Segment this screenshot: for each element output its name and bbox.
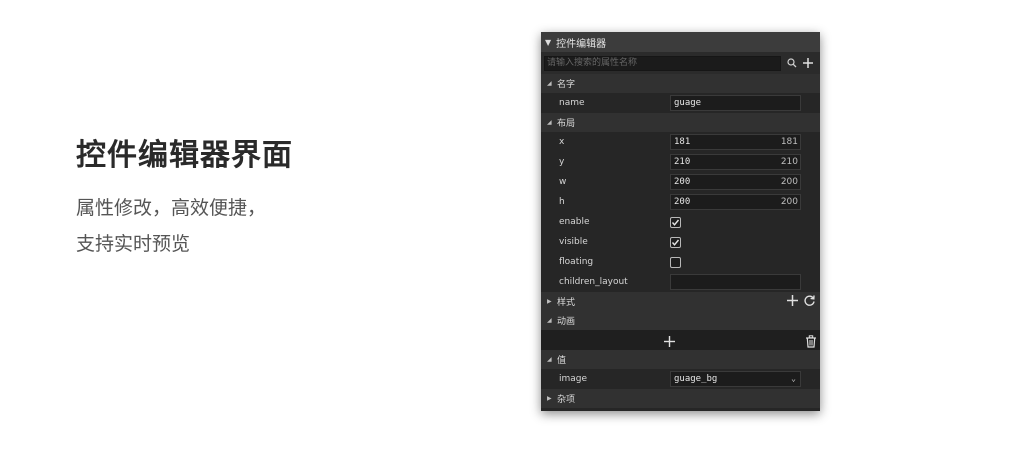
collapsed-arrow-icon: ▶ <box>547 298 552 305</box>
property-row-x: x 181 181 <box>541 132 820 152</box>
section-misc-label: 杂项 <box>557 395 576 405</box>
intro-line-1: 属性修改，高效便捷， <box>76 197 267 219</box>
expanded-arrow-icon: ◢ <box>547 119 552 126</box>
name-value: guage <box>674 98 702 108</box>
add-property-icon[interactable] <box>801 56 815 70</box>
checkmark-icon <box>671 239 680 246</box>
x-value: 181 <box>674 137 691 147</box>
section-animation[interactable]: ◢ 动画 <box>541 311 820 330</box>
h-label: h <box>559 197 565 207</box>
x-label: x <box>559 137 565 147</box>
expanded-arrow-icon: ◢ <box>547 80 552 87</box>
y-value: 210 <box>674 157 691 167</box>
property-row-children-layout: children_layout <box>541 272 820 292</box>
y-hint: 210 <box>780 157 798 167</box>
children-layout-field[interactable] <box>670 274 801 290</box>
section-style[interactable]: ▶ 样式 <box>541 292 820 311</box>
w-value: 200 <box>674 177 691 187</box>
property-row-image: image guage_bg ⌄ <box>541 369 820 389</box>
section-name-label: 名字 <box>557 80 576 90</box>
expanded-arrow-icon: ◢ <box>547 356 552 363</box>
w-field[interactable]: 200 200 <box>670 174 801 190</box>
property-row-h: h 200 200 <box>541 192 820 212</box>
w-hint: 200 <box>780 177 798 187</box>
section-value[interactable]: ◢ 值 <box>541 350 820 369</box>
image-label: image <box>559 374 588 384</box>
refresh-icon[interactable] <box>803 294 816 307</box>
image-select[interactable]: guage_bg ⌄ <box>670 371 801 387</box>
h-value: 200 <box>674 197 691 207</box>
h-hint: 200 <box>780 197 798 207</box>
floating-label: floating <box>559 257 594 267</box>
search-row <box>541 52 820 74</box>
style-actions <box>786 294 816 307</box>
section-value-label: 值 <box>557 356 567 366</box>
section-misc[interactable]: ▶ 杂项 <box>541 389 820 408</box>
visible-label: visible <box>559 237 588 247</box>
enable-label: enable <box>559 217 590 227</box>
expanded-arrow-icon: ◢ <box>547 317 552 324</box>
property-row-visible: visible <box>541 232 820 252</box>
panel-title-bar[interactable]: ▼ 控件编辑器 <box>541 32 820 52</box>
y-field[interactable]: 210 210 <box>670 154 801 170</box>
checkmark-icon <box>671 219 680 226</box>
y-label: y <box>559 157 565 167</box>
property-row-y: y 210 210 <box>541 152 820 172</box>
property-row-enable: enable <box>541 212 820 232</box>
visible-checkbox[interactable] <box>670 236 681 248</box>
name-label: name <box>559 98 585 108</box>
collapse-triangle-icon[interactable]: ▼ <box>545 38 551 47</box>
chevron-down-icon: ⌄ <box>791 374 796 383</box>
intro-title: 控件编辑器界面 <box>76 138 293 173</box>
image-value: guage_bg <box>674 374 718 384</box>
intro-line-2: 支持实时预览 <box>76 233 191 255</box>
name-field[interactable]: guage <box>670 95 801 111</box>
section-style-label: 样式 <box>557 298 576 308</box>
enable-checkbox[interactable] <box>670 216 681 228</box>
section-layout-label: 布局 <box>557 119 576 129</box>
intro-text: 控件编辑器界面 属性修改，高效便捷， 支持实时预览 <box>76 134 293 262</box>
search-icon[interactable] <box>785 56 799 70</box>
children-layout-label: children_layout <box>559 277 628 287</box>
property-search-input[interactable] <box>544 55 781 71</box>
h-field[interactable]: 200 200 <box>670 194 801 210</box>
collapsed-arrow-icon: ▶ <box>547 395 552 402</box>
x-hint: 181 <box>780 137 798 147</box>
panel-bottom-spacer <box>541 408 820 411</box>
animation-toolbar <box>541 330 820 350</box>
property-row-floating: floating <box>541 252 820 272</box>
property-row-w: w 200 200 <box>541 172 820 192</box>
section-name[interactable]: ◢ 名字 <box>541 74 820 93</box>
x-field[interactable]: 181 181 <box>670 134 801 150</box>
section-layout[interactable]: ◢ 布局 <box>541 113 820 132</box>
w-label: w <box>559 177 567 187</box>
floating-checkbox[interactable] <box>670 256 681 268</box>
property-row-name: name guage <box>541 93 820 113</box>
widget-editor-panel: ▼ 控件编辑器 ◢ 名字 name guage ◢ 布局 x 181 181 y <box>541 32 820 411</box>
add-style-icon[interactable] <box>786 294 799 307</box>
section-animation-label: 动画 <box>557 317 576 327</box>
panel-title: 控件编辑器 <box>556 38 607 50</box>
